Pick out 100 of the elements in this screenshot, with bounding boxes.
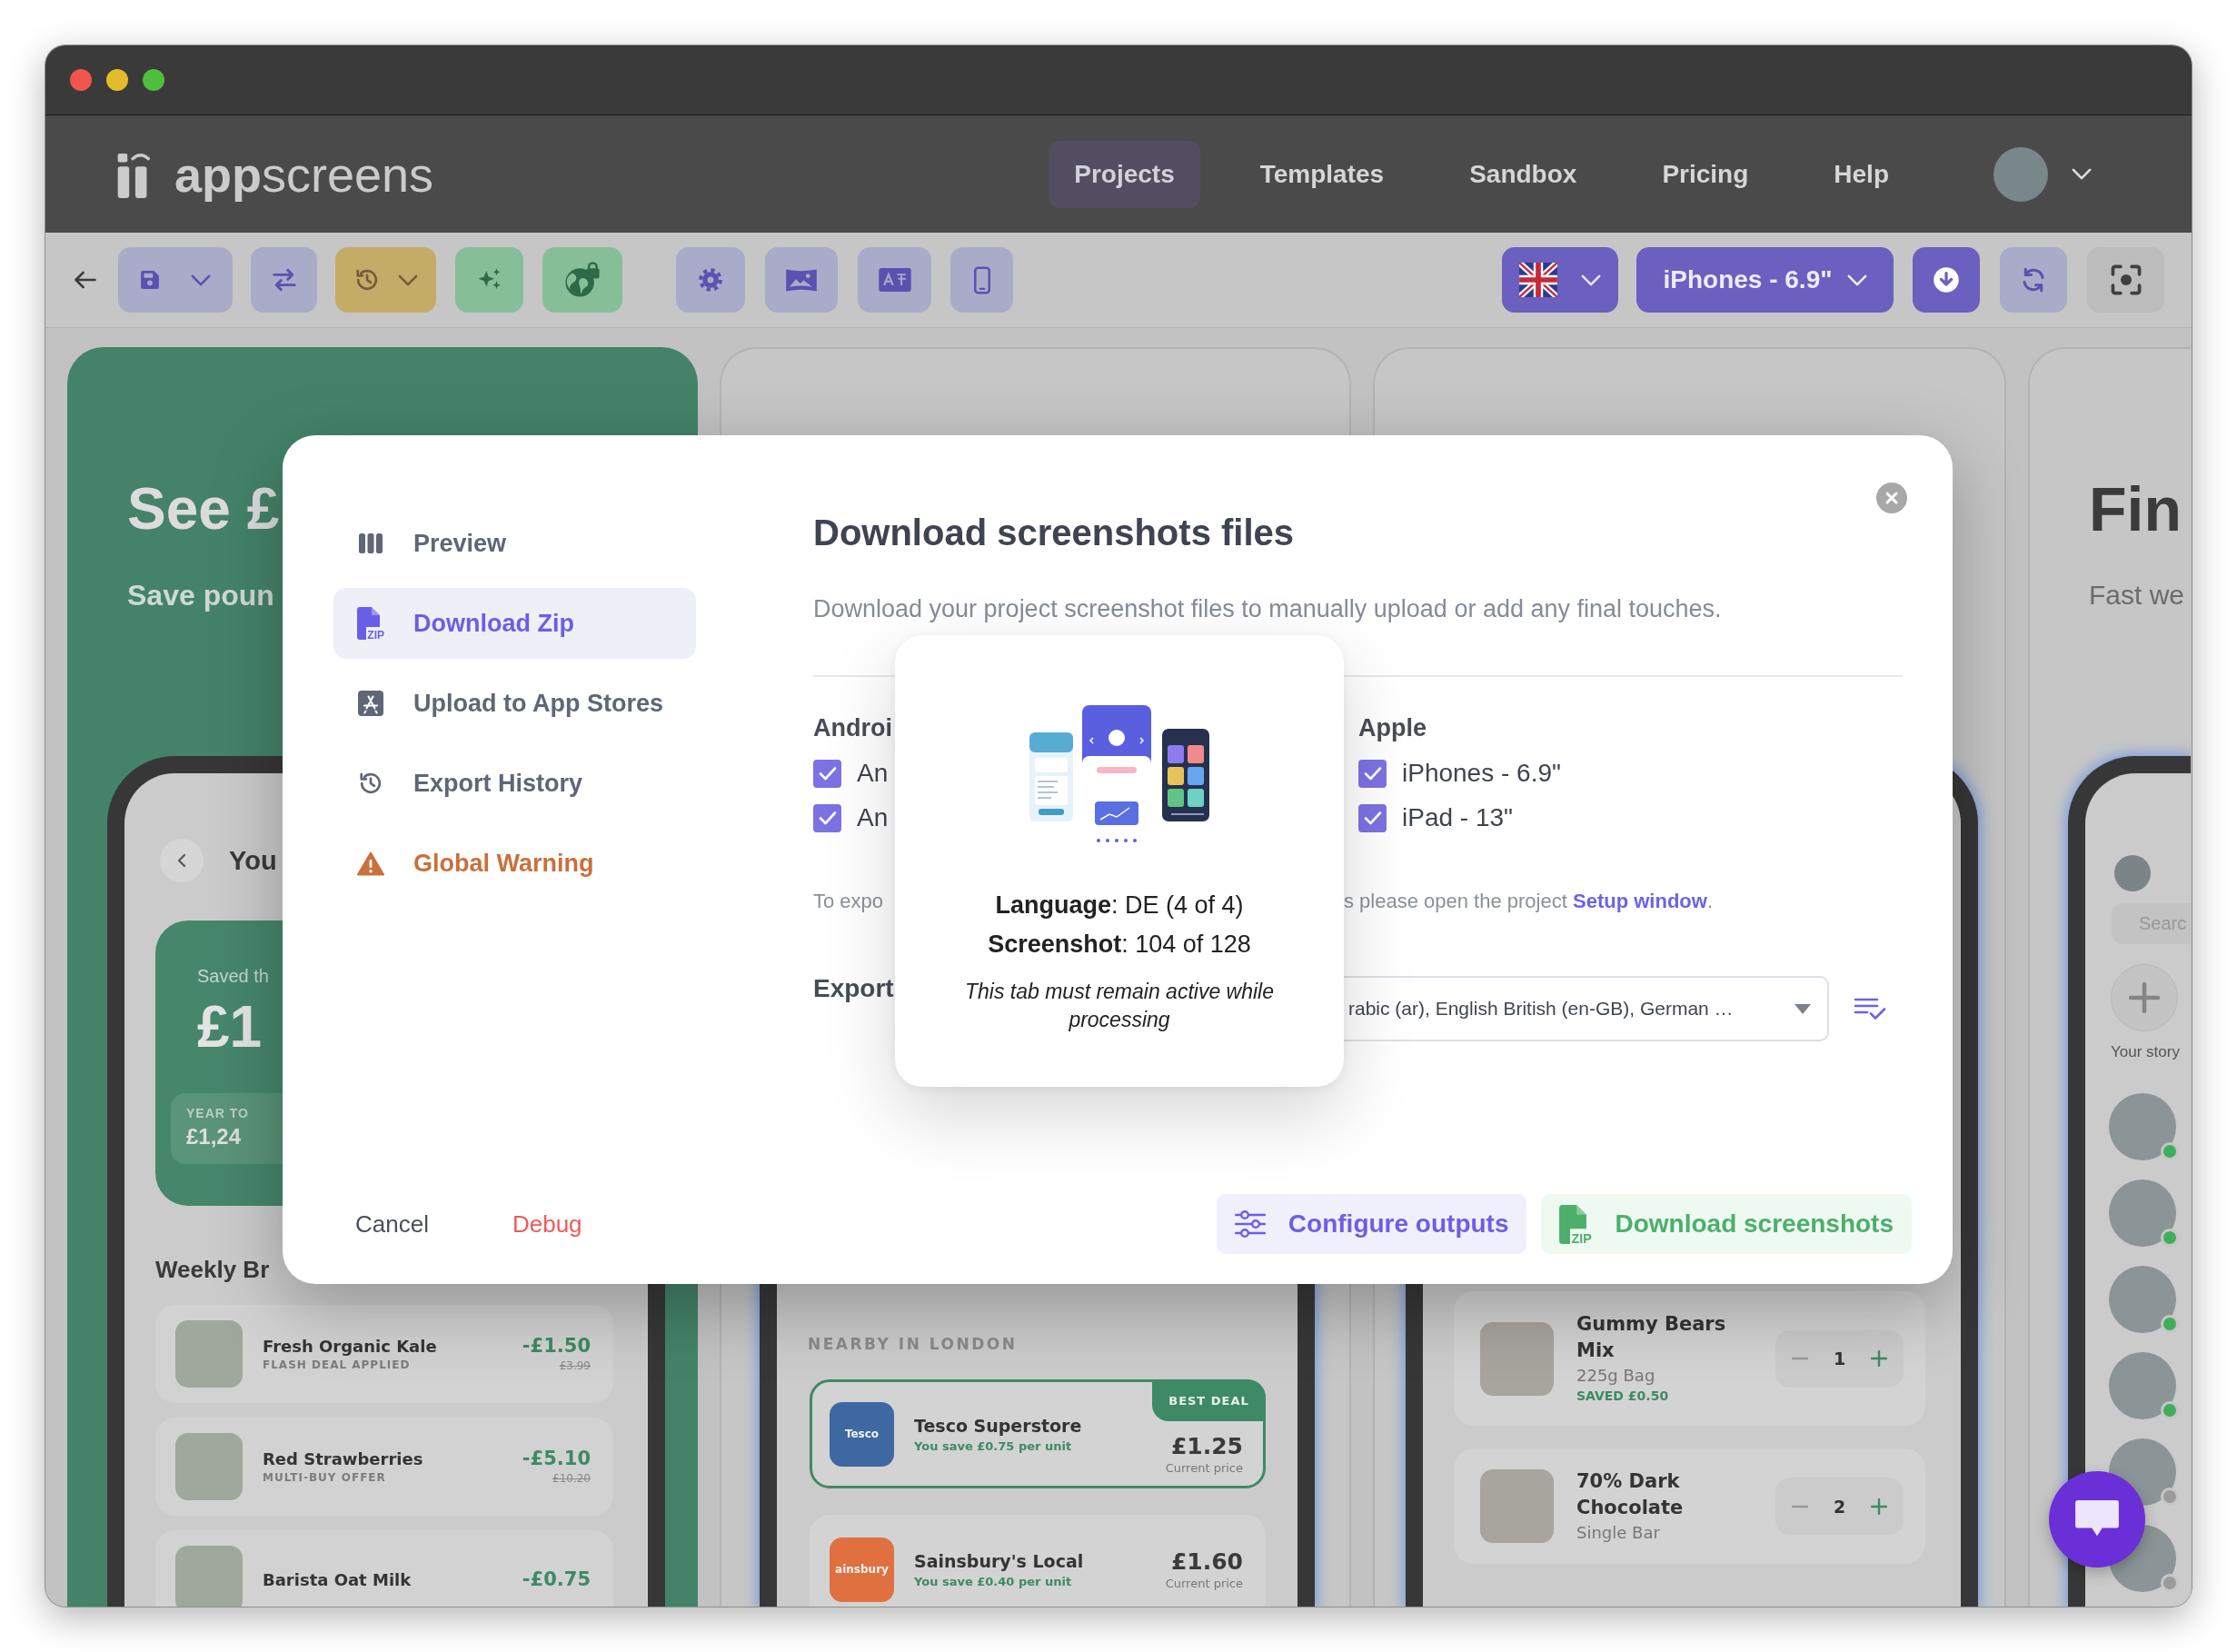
plus-icon[interactable]: [1871, 1498, 1887, 1515]
warning-icon: [357, 851, 384, 876]
three-bars-icon: [359, 533, 383, 553]
globe-button[interactable]: [542, 247, 622, 313]
history-icon: [358, 771, 383, 796]
product-size: Single Bar: [1576, 1522, 1660, 1544]
swap-arrows-icon: [270, 266, 298, 294]
product-name: Fresh Organic Kale: [263, 1336, 437, 1358]
savings-text: You save £0.75 per unit: [914, 1438, 1072, 1455]
history-icon: [353, 267, 380, 293]
checklist-icon[interactable]: [1854, 996, 1886, 1021]
setup-window-link[interactable]: Setup window: [1573, 890, 1707, 912]
checkbox[interactable]: [813, 803, 841, 832]
option-label: An: [857, 802, 889, 833]
menu-item[interactable]: Preview: [333, 508, 696, 579]
checkbox[interactable]: [1358, 803, 1387, 832]
export-label: Export: [813, 973, 894, 1004]
plus-icon[interactable]: [1871, 1350, 1887, 1367]
nav-tab[interactable]: Projects: [1049, 140, 1200, 208]
quantity: 1: [1833, 1348, 1846, 1369]
savings-amount: £1: [197, 995, 263, 1059]
screen-title: You: [229, 845, 277, 877]
section-heading: Weekly Br: [155, 1255, 270, 1284]
product-name: Gummy Bears Mix: [1576, 1312, 1727, 1363]
caret-down-icon: [1795, 1003, 1811, 1014]
focus-button[interactable]: [2087, 247, 2164, 313]
store-name: Tesco Superstore: [914, 1414, 1082, 1438]
export-note: To expo: [813, 889, 884, 914]
languages-dropdown[interactable]: rabic (ar), English British (en-GB), German …: [1344, 976, 1829, 1041]
price: £1.25: [1170, 1432, 1243, 1460]
debug-button[interactable]: Debug: [512, 1209, 582, 1239]
save-button[interactable]: [118, 247, 233, 313]
language-button[interactable]: [1502, 247, 1618, 313]
device-dropdown[interactable]: iPhones - 6.9": [1636, 247, 1894, 313]
swap-button[interactable]: [251, 247, 317, 313]
discount-amount: -£1.50: [522, 1334, 591, 1358]
download-button[interactable]: [1913, 247, 1980, 313]
plus-icon[interactable]: [2129, 982, 2160, 1013]
original-price: £3.99: [559, 1358, 591, 1374]
menu-item[interactable]: ZIP Download Zip: [333, 588, 696, 659]
close-icon[interactable]: [1876, 483, 1907, 513]
discount-amount: -£5.10: [522, 1447, 591, 1471]
savings-caption: Saved th: [197, 965, 269, 988]
translate-button[interactable]: [858, 247, 931, 313]
chevron-down-icon: [191, 274, 211, 286]
window-close-button[interactable]: [70, 69, 92, 91]
price-caption: Current price: [1165, 1460, 1243, 1477]
headline: Fin: [2089, 473, 2182, 545]
product-name: Red Strawberries: [263, 1448, 423, 1470]
chevron-down-icon: [1846, 274, 1867, 286]
option-label: iPad - 13": [1402, 802, 1513, 833]
logo-text: appscreens: [174, 146, 434, 202]
chevron-down-icon: [1581, 274, 1601, 286]
dialog-title: Download screenshots files: [813, 512, 1295, 554]
cancel-button[interactable]: Cancel: [355, 1209, 429, 1239]
menu-item[interactable]: Export History: [333, 748, 696, 819]
original-price: £10.20: [552, 1471, 591, 1487]
export-note: s please open the project Setup window.: [1344, 889, 1713, 914]
refresh-button[interactable]: [2000, 247, 2067, 313]
avatar: [2114, 855, 2151, 891]
story-label: Your story: [2111, 1043, 2180, 1061]
nav-tab[interactable]: Pricing: [1636, 140, 1775, 208]
settings-button[interactable]: [676, 247, 745, 313]
dialog-description: Download your project screenshot files to manually upload or add any final touches.: [813, 594, 1722, 624]
sparkles-button[interactable]: [455, 247, 523, 313]
nav-tab[interactable]: Help: [1808, 140, 1914, 208]
product-size: 225g Bag: [1576, 1365, 1655, 1387]
checkmark-icon: [818, 766, 837, 781]
product-name: 70% Dark Chocolate: [1576, 1469, 1685, 1520]
store-name: Sainsbury's Local: [914, 1549, 1084, 1573]
focus-frame-icon: [2110, 264, 2142, 295]
checkmark-icon: [1363, 811, 1382, 825]
checkmark-icon: [1363, 766, 1382, 781]
nav-tab[interactable]: Sandbox: [1444, 140, 1603, 208]
stat-label: YEAR TO: [186, 1105, 249, 1122]
option-label: An: [857, 758, 889, 789]
arrow-down-circle-icon: [1933, 266, 1960, 294]
image-button[interactable]: [765, 247, 838, 313]
store-logo: ainsbury: [830, 1537, 894, 1602]
deal-tag: MULTI-BUY OFFER: [263, 1470, 386, 1486]
stat-value: £1,24: [186, 1123, 242, 1150]
gear-icon: [697, 266, 724, 294]
product-name: Barista Oat Milk: [263, 1568, 412, 1591]
history-button[interactable]: [335, 247, 436, 313]
store-logo: Tesco: [830, 1401, 894, 1467]
nav-tab[interactable]: Templates: [1234, 140, 1410, 208]
device-button[interactable]: [950, 247, 1013, 313]
checkbox[interactable]: [813, 759, 841, 788]
configure-outputs-button[interactable]: Configure outputs: [1216, 1194, 1527, 1254]
menu-item[interactable]: Upload to App Stores: [333, 668, 696, 739]
screenshot-progress: Screenshot: 104 of 128: [988, 930, 1251, 960]
window-zoom-button[interactable]: [143, 69, 164, 91]
window-minimize-button[interactable]: [106, 69, 128, 91]
globe-lock-icon: [564, 262, 601, 298]
menu-item[interactable]: Global Warning: [333, 828, 696, 899]
option-label: iPhones - 6.9": [1402, 758, 1561, 789]
processing-notice: This tab must remain active while processing: [964, 979, 1275, 1033]
checkbox[interactable]: [1358, 759, 1387, 788]
section-heading: NEARBY IN LONDON: [808, 1334, 1018, 1355]
discount-amount: -£0.75: [522, 1567, 591, 1592]
